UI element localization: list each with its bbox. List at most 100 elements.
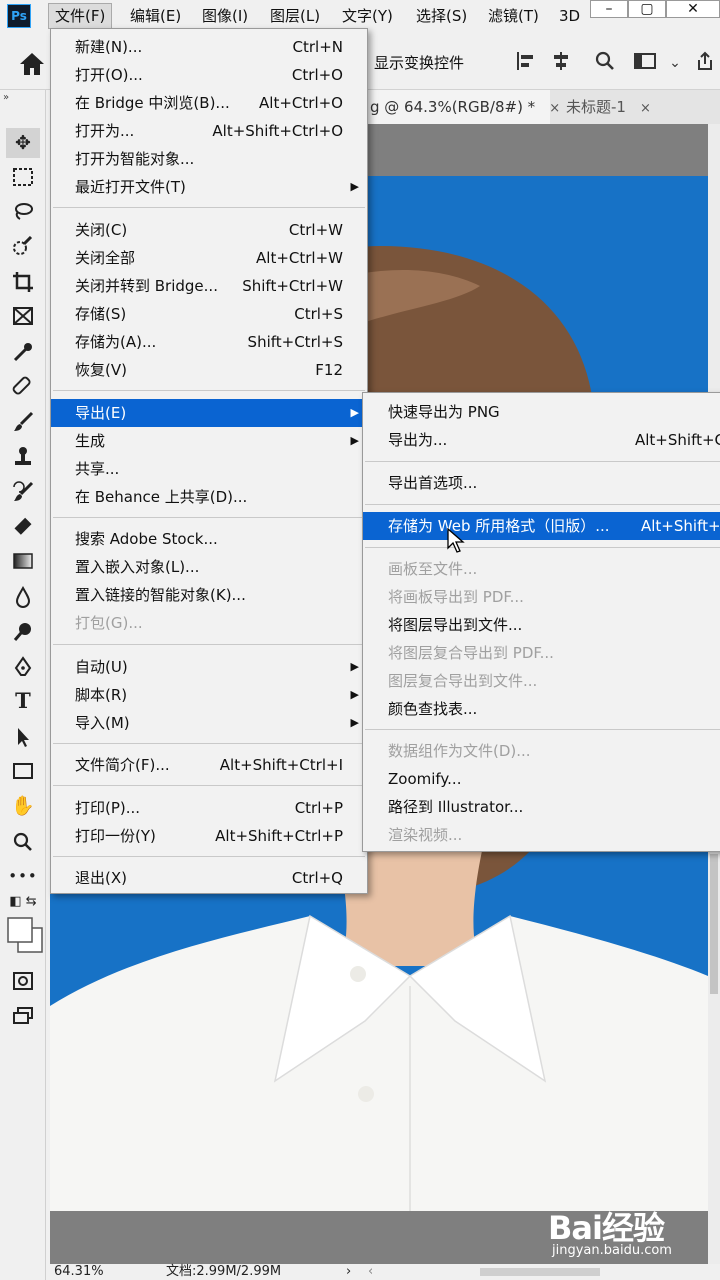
menu-item-paths-to-illustrator[interactable]: 路径到 Illustrator...	[363, 793, 720, 821]
menu-item-layer-comps-to-pdf: 将图层复合导出到 PDF...	[388, 644, 554, 662]
tab-close-icon[interactable]: ×	[640, 101, 651, 116]
tab-document-active[interactable]: g @ 64.3%(RGB/8#) * ×	[360, 90, 560, 124]
menu-item-share[interactable]: 共享...	[51, 455, 367, 483]
menu-item-print[interactable]: 打印(P)... Ctrl+P	[51, 794, 367, 822]
eraser-tool-icon[interactable]	[6, 511, 40, 541]
menu-item-place-linked[interactable]: 置入链接的智能对象(K)...	[51, 581, 367, 609]
menu-item-open-recent[interactable]: 最近打开文件(T) ▶	[51, 173, 367, 201]
export-submenu: 快速导出为 PNG 导出为... Alt+Shift+C 导出首选项... 存储为…	[362, 392, 720, 852]
menu-separator	[53, 785, 365, 786]
menu-item-share-on-behance[interactable]: 在 Behance 上共享(D)...	[51, 483, 367, 511]
type-tool-icon[interactable]: T	[6, 686, 40, 716]
menu-item-print-one-copy[interactable]: 打印一份(Y) Alt+Shift+Ctrl+P	[51, 822, 367, 850]
show-transform-controls-label[interactable]: 显示变换控件	[374, 52, 464, 73]
document-size: 文档:2.99M/2.99M	[166, 1264, 282, 1279]
share-icon[interactable]	[692, 50, 718, 76]
screen-mode-icon[interactable]	[6, 1001, 40, 1031]
menu-item-save[interactable]: 存储(S) Ctrl+S	[51, 300, 367, 328]
menu-item-artboards-to-files: 画板至文件...	[388, 560, 478, 578]
menu-item-open-as-smart-object[interactable]: 打开为智能对象...	[51, 145, 367, 173]
menu-item-close-all[interactable]: 关闭全部 Alt+Ctrl+W	[51, 244, 367, 272]
gradient-tool-icon[interactable]	[6, 546, 40, 576]
menu-item-open[interactable]: 打开(O)... Ctrl+O	[51, 61, 367, 89]
lasso-tool-icon[interactable]	[6, 196, 40, 226]
swap-colors-icon[interactable]: ◧ ⇆	[6, 892, 40, 912]
menu-item-place-embedded[interactable]: 置入嵌入对象(L)...	[51, 553, 367, 581]
home-icon[interactable]	[18, 51, 46, 77]
menu-item-export[interactable]: 导出(E) ▶	[51, 399, 367, 427]
quick-selection-tool-icon[interactable]	[6, 231, 40, 261]
horizontal-scrollbar-thumb[interactable]	[480, 1268, 600, 1276]
chevron-down-icon[interactable]: ⌄	[662, 50, 688, 76]
file-menu: 新建(N)... Ctrl+N 打开(O)... Ctrl+O 在 Bridge 中…	[50, 28, 368, 894]
menu-3d[interactable]: 3D	[553, 3, 586, 29]
history-brush-tool-icon[interactable]	[6, 476, 40, 506]
menu-item-save-for-web[interactable]: 存储为 Web 所用格式（旧版）... Alt+Shift+	[363, 512, 720, 540]
move-tool-icon[interactable]: ✥	[6, 128, 40, 158]
menu-item-file-info[interactable]: 文件简介(F)... Alt+Shift+Ctrl+I	[51, 751, 367, 779]
align-left-icon[interactable]	[512, 50, 538, 76]
marquee-tool-icon[interactable]	[6, 162, 40, 192]
maximize-button[interactable]: ▢	[628, 0, 666, 18]
eyedropper-tool-icon[interactable]	[6, 336, 40, 366]
dodge-tool-icon[interactable]	[6, 616, 40, 646]
crop-tool-icon[interactable]	[6, 266, 40, 296]
scroll-left-arrow-icon[interactable]: ‹	[368, 1264, 373, 1280]
menu-item-color-lookup-tables[interactable]: 颜色查找表...	[363, 695, 720, 723]
clone-stamp-tool-icon[interactable]	[6, 441, 40, 471]
menu-item-browse-in-bridge[interactable]: 在 Bridge 中浏览(B)... Alt+Ctrl+O	[51, 89, 367, 117]
menu-item-layers-to-files[interactable]: 将图层导出到文件...	[363, 611, 720, 639]
rectangle-tool-icon[interactable]	[6, 756, 40, 786]
menu-edit[interactable]: 编辑(E)	[124, 3, 187, 29]
healing-brush-tool-icon[interactable]	[6, 371, 40, 401]
hand-tool-icon[interactable]: ✋	[6, 791, 40, 821]
blur-tool-icon[interactable]	[6, 581, 40, 611]
menu-separator	[53, 856, 365, 857]
search-icon[interactable]	[592, 50, 618, 76]
photoshop-app-icon[interactable]: Ps	[7, 4, 31, 28]
zoom-tool-icon[interactable]	[6, 826, 40, 856]
brush-tool-icon[interactable]	[6, 406, 40, 436]
menu-filter[interactable]: 滤镜(T)	[482, 3, 545, 29]
menu-layer[interactable]: 图层(L)	[264, 3, 326, 29]
pen-tool-icon[interactable]	[6, 651, 40, 681]
menu-item-search-adobe-stock[interactable]: 搜索 Adobe Stock...	[51, 525, 367, 553]
menu-item-export-preferences[interactable]: 导出首选项...	[363, 469, 720, 497]
workspace-icon[interactable]	[632, 50, 658, 76]
menu-image[interactable]: 图像(I)	[196, 3, 254, 29]
menu-file[interactable]: 文件(F)	[48, 3, 113, 29]
menu-item-import[interactable]: 导入(M) ▶	[51, 709, 367, 737]
close-window-button[interactable]: ✕	[666, 0, 720, 18]
menu-item-revert[interactable]: 恢复(V) F12	[51, 356, 367, 384]
submenu-arrow-icon: ▶	[350, 180, 359, 193]
status-menu-arrow-icon[interactable]: ›	[346, 1264, 351, 1280]
menu-item-export-as[interactable]: 导出为... Alt+Shift+C	[363, 426, 720, 454]
quick-mask-icon[interactable]	[6, 966, 40, 996]
frame-tool-icon[interactable]	[6, 301, 40, 331]
path-selection-tool-icon[interactable]	[6, 721, 40, 751]
zoom-level[interactable]: 64.31%	[54, 1264, 104, 1280]
color-swatches[interactable]	[6, 914, 43, 960]
scrollbar-thumb[interactable]	[710, 854, 718, 994]
menu-item-quick-export-png[interactable]: 快速导出为 PNG	[363, 398, 720, 426]
more-tools-icon[interactable]: •••	[6, 861, 40, 891]
menu-item-close-and-go-to-bridge[interactable]: 关闭并转到 Bridge... Shift+Ctrl+W	[51, 272, 367, 300]
menu-type[interactable]: 文字(Y)	[336, 3, 399, 29]
toolbox-collapse-icon[interactable]: »	[3, 92, 9, 103]
menu-item-exit[interactable]: 退出(X) Ctrl+Q	[51, 864, 367, 892]
minimize-button[interactable]: –	[590, 0, 628, 18]
menu-item-scripts[interactable]: 脚本(R) ▶	[51, 681, 367, 709]
menu-separator	[53, 743, 365, 744]
tab-untitled[interactable]: 未标题-1 ×	[556, 90, 686, 124]
menu-separator	[53, 207, 365, 208]
menu-item-generate[interactable]: 生成 ▶	[51, 427, 367, 455]
menu-select[interactable]: 选择(S)	[410, 3, 473, 29]
menu-separator	[365, 504, 720, 505]
menu-item-close[interactable]: 关闭(C) Ctrl+W	[51, 216, 367, 244]
menu-item-open-as[interactable]: 打开为... Alt+Shift+Ctrl+O	[51, 117, 367, 145]
menu-item-automate[interactable]: 自动(U) ▶	[51, 653, 367, 681]
menu-item-new[interactable]: 新建(N)... Ctrl+N	[51, 33, 367, 61]
menu-item-save-as[interactable]: 存储为(A)... Shift+Ctrl+S	[51, 328, 367, 356]
align-center-icon[interactable]	[548, 50, 574, 76]
menu-item-zoomify[interactable]: Zoomify...	[363, 765, 720, 793]
